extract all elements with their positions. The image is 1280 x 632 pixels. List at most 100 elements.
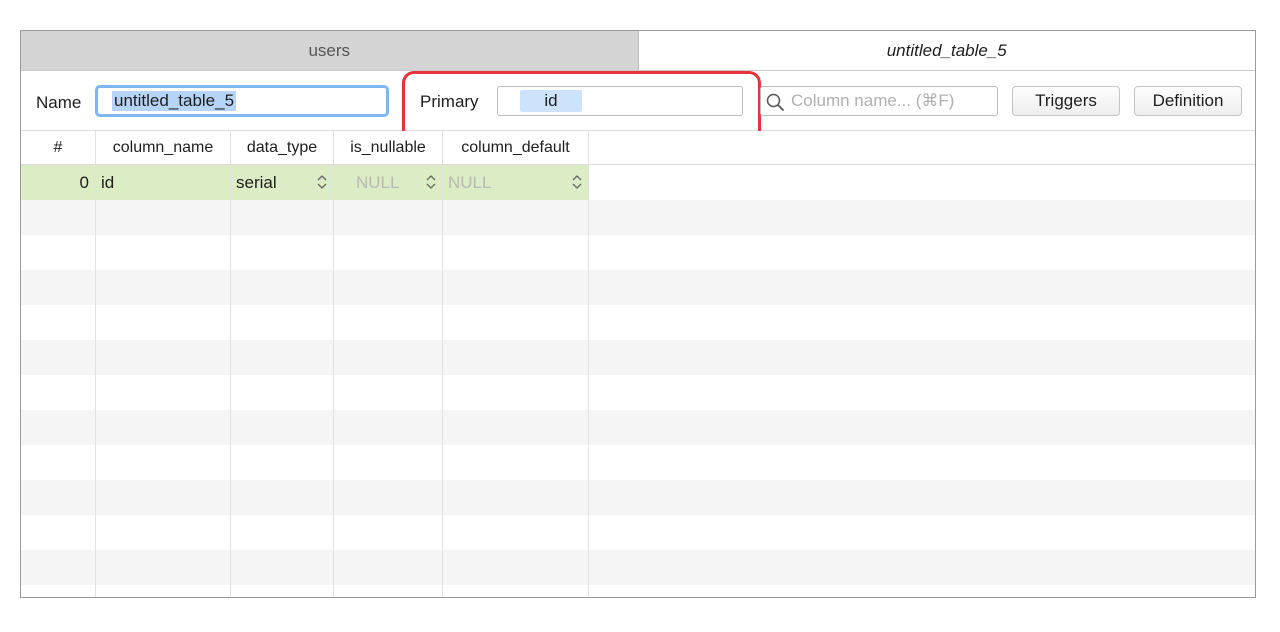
empty-cell: [231, 305, 334, 340]
table-editor-window: users untitled_table_5 Name untitled_tab…: [20, 30, 1256, 598]
empty-cell: [231, 515, 334, 550]
empty-cell: [231, 585, 334, 597]
chevron-updown-icon[interactable]: [317, 174, 327, 190]
empty-cell: [334, 270, 443, 305]
empty-cell: [21, 340, 96, 375]
empty-cell: [443, 305, 589, 340]
empty-cell: [96, 515, 231, 550]
empty-cell: [443, 235, 589, 270]
empty-cell: [443, 515, 589, 550]
empty-cell: [96, 200, 231, 235]
empty-cell: [443, 200, 589, 235]
table-row[interactable]: 0 id serial NULL NULL: [21, 165, 1255, 200]
empty-cell: [21, 270, 96, 305]
table-name-input[interactable]: untitled_table_5: [95, 85, 389, 117]
column-header-column-default[interactable]: column_default: [443, 131, 589, 164]
empty-cell: [21, 445, 96, 480]
empty-row: [21, 235, 1255, 270]
empty-cell: [334, 235, 443, 270]
empty-cell: [96, 550, 231, 585]
triggers-button[interactable]: Triggers: [1012, 86, 1120, 116]
empty-cell: [589, 550, 1255, 585]
column-header-index[interactable]: #: [21, 131, 96, 164]
tab-untitled-table-5[interactable]: untitled_table_5: [638, 31, 1255, 70]
empty-row: [21, 305, 1255, 340]
empty-row: [21, 445, 1255, 480]
empty-cell: [334, 480, 443, 515]
name-label: Name: [36, 93, 82, 112]
empty-cell: [21, 410, 96, 445]
chevron-updown-icon[interactable]: [572, 174, 582, 190]
empty-row: [21, 480, 1255, 515]
empty-cell: [21, 480, 96, 515]
table-name-value: untitled_table_5: [112, 91, 237, 111]
empty-cell: [21, 515, 96, 550]
empty-cell: [443, 340, 589, 375]
empty-row: [21, 200, 1255, 235]
data-type-select[interactable]: serial: [231, 165, 334, 200]
empty-cell: [589, 305, 1255, 340]
empty-cell: [334, 340, 443, 375]
row-index-cell[interactable]: 0: [21, 165, 96, 200]
empty-cell: [589, 340, 1255, 375]
empty-row: [21, 270, 1255, 305]
tab-users[interactable]: users: [21, 31, 639, 70]
empty-cell: [443, 375, 589, 410]
empty-cell: [334, 550, 443, 585]
is-nullable-value: NULL: [356, 172, 400, 192]
empty-cell: [334, 585, 443, 597]
empty-cell: [443, 550, 589, 585]
empty-cell: [231, 550, 334, 585]
column-search-field[interactable]: [760, 86, 998, 116]
chevron-updown-icon[interactable]: [426, 174, 436, 190]
search-icon: [766, 93, 784, 111]
empty-cell: [443, 410, 589, 445]
column-header-is-nullable[interactable]: is_nullable: [334, 131, 443, 164]
toolbar: Name untitled_table_5 Primary id Trigger…: [21, 71, 1255, 143]
empty-cell: [589, 235, 1255, 270]
empty-cell: [334, 410, 443, 445]
empty-cell: [21, 235, 96, 270]
empty-cell: [334, 375, 443, 410]
empty-row: [21, 340, 1255, 375]
empty-cell: [443, 445, 589, 480]
empty-cell: [21, 375, 96, 410]
empty-row: [21, 585, 1255, 597]
data-type-value: serial: [236, 172, 277, 192]
column-header-filler: [589, 131, 1255, 164]
column-search-input[interactable]: [791, 88, 991, 114]
empty-cell: [231, 480, 334, 515]
column-header-data-type[interactable]: data_type: [231, 131, 334, 164]
empty-cell: [231, 340, 334, 375]
definition-button[interactable]: Definition: [1134, 86, 1242, 116]
grid-header-row: # column_name data_type is_nullable colu…: [21, 131, 1255, 165]
empty-cell: [231, 410, 334, 445]
column-default-select[interactable]: NULL: [443, 165, 589, 200]
primary-label: Primary: [420, 92, 479, 111]
row-filler-cell: [589, 165, 1255, 200]
empty-cell: [96, 585, 231, 597]
column-header-column-name[interactable]: column_name: [96, 131, 231, 164]
empty-cell: [589, 480, 1255, 515]
empty-cell: [96, 235, 231, 270]
column-name-cell[interactable]: id: [96, 165, 231, 200]
empty-row: [21, 410, 1255, 445]
empty-cell: [96, 375, 231, 410]
primary-key-token[interactable]: id: [520, 90, 582, 112]
empty-cell: [231, 200, 334, 235]
empty-cell: [589, 410, 1255, 445]
empty-cell: [334, 515, 443, 550]
primary-key-field[interactable]: id: [497, 86, 743, 116]
empty-cell: [443, 270, 589, 305]
empty-cell: [589, 445, 1255, 480]
empty-cell: [96, 480, 231, 515]
empty-cell: [589, 270, 1255, 305]
empty-cell: [334, 305, 443, 340]
empty-cell: [231, 375, 334, 410]
empty-cell: [231, 270, 334, 305]
tab-bar: users untitled_table_5: [21, 31, 1255, 71]
is-nullable-select[interactable]: NULL: [334, 165, 443, 200]
empty-cell: [589, 200, 1255, 235]
empty-cell: [96, 270, 231, 305]
empty-cell: [334, 200, 443, 235]
